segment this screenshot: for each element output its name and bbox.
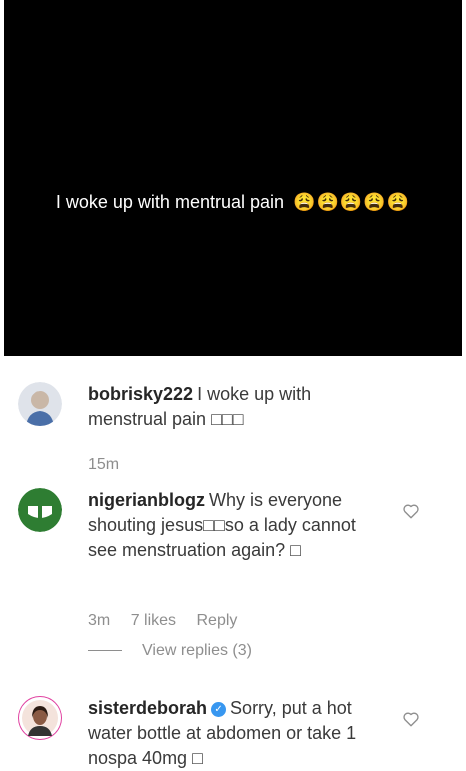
weary-face-emojis: 😩😩😩😩😩 [293, 192, 411, 212]
comment-meta: 15m [88, 456, 135, 474]
reply-button[interactable]: Reply [197, 612, 238, 629]
comment-body: sisterdeborah ✓ Sorry, put a hot water bot… [88, 696, 388, 771]
heart-icon[interactable] [402, 710, 420, 728]
comment-time: 15m [88, 456, 120, 473]
story-caption-text: I woke up with mentrual pain [55, 192, 285, 212]
verified-badge-icon: ✓ [211, 701, 227, 717]
likes-count[interactable]: 7 likes [131, 612, 176, 629]
comment-body: bobrisky222 I woke up with menstrual pain… [88, 382, 388, 432]
avatar[interactable] [18, 382, 62, 426]
avatar[interactable] [18, 488, 62, 532]
divider-line [88, 650, 122, 652]
username[interactable]: nigerianblogz [88, 490, 205, 510]
comment-body: nigerianblogz Why is everyone shouting je… [88, 488, 388, 563]
comment-time: 3m [88, 612, 111, 629]
avatar[interactable] [18, 696, 62, 740]
username[interactable]: bobrisky222 [88, 384, 193, 404]
story-caption: I woke up with mentrual pain 😩😩😩😩😩 [4, 192, 462, 213]
view-replies-label[interactable]: View replies (3) [142, 642, 252, 659]
view-replies[interactable]: View replies (3) [88, 642, 252, 660]
heart-icon[interactable] [402, 502, 420, 520]
comment-meta: 3m 7 likes Reply [88, 612, 253, 630]
username[interactable]: sisterdeborah [88, 698, 207, 718]
story-preview[interactable]: I woke up with mentrual pain 😩😩😩😩😩 [4, 0, 462, 356]
